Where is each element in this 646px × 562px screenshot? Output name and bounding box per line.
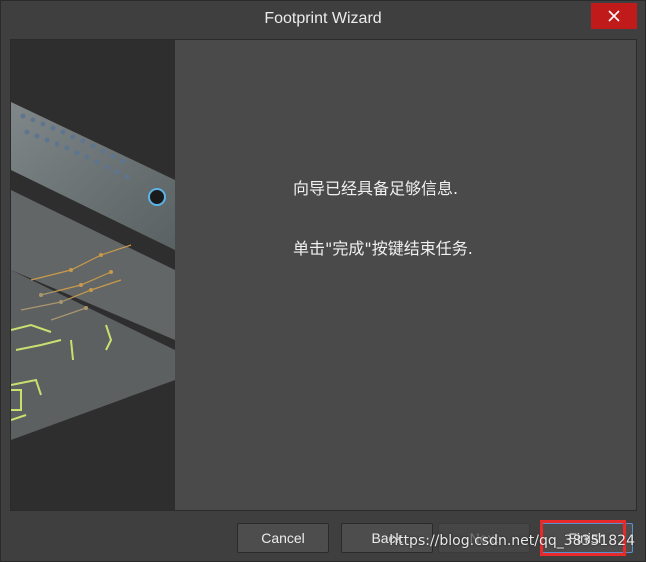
info-message-line2: 单击"完成"按键结束任务. — [293, 239, 473, 258]
finish-button[interactable]: Finish — [541, 523, 633, 553]
next-button[interactable]: Next — [438, 523, 530, 553]
cancel-button[interactable]: Cancel — [237, 523, 329, 553]
wizard-content: 向导已经具备足够信息. 单击"完成"按键结束任务. — [10, 39, 637, 511]
title-bar: Footprint Wizard — [1, 1, 645, 37]
message-panel: 向导已经具备足够信息. 单击"完成"按键结束任务. — [175, 40, 636, 510]
info-message-line1: 向导已经具备足够信息. — [293, 179, 459, 198]
window-title: Footprint Wizard — [264, 10, 382, 27]
close-button[interactable] — [591, 3, 637, 29]
pcb-illustration — [11, 40, 175, 510]
close-icon — [608, 10, 620, 22]
back-button[interactable]: Back — [341, 523, 433, 553]
footprint-wizard-window: Footprint Wizard 向导已经具备足够信息. 单击"完成"按键结束任… — [0, 0, 646, 562]
